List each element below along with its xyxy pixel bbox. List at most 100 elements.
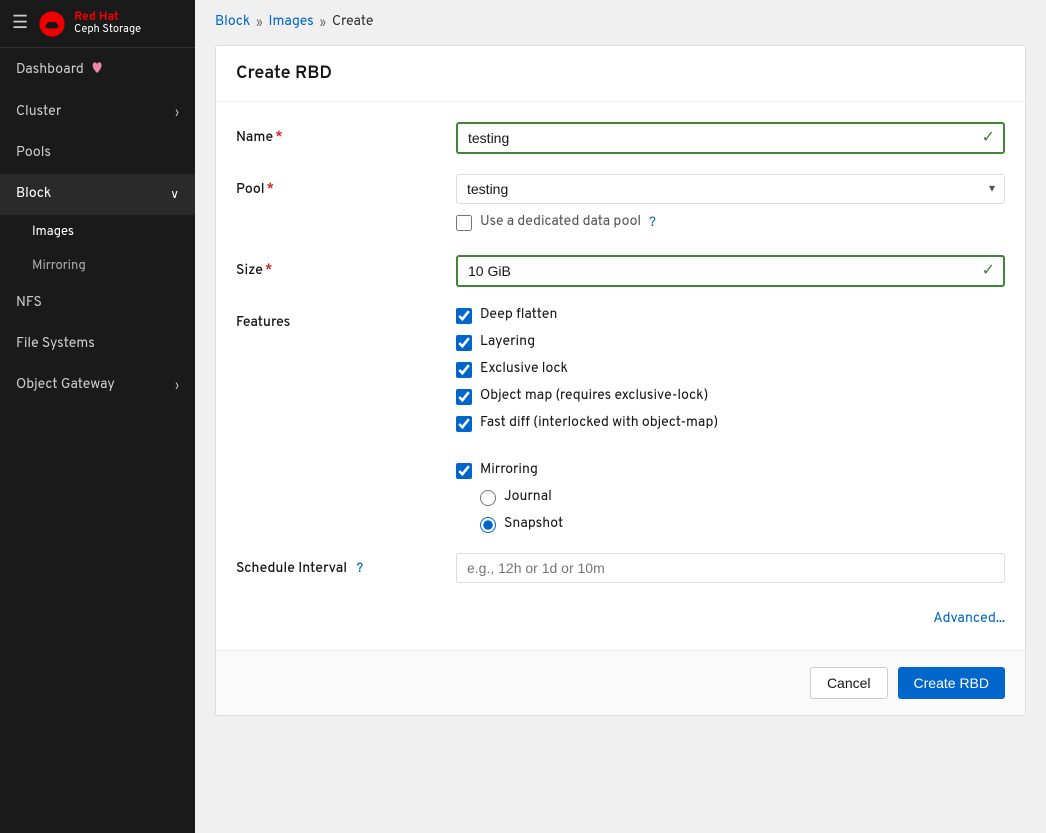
pool-select[interactable]: testing xyxy=(456,174,1005,204)
name-control: ✓ xyxy=(456,122,1005,154)
breadcrumb: Block » Images » Create xyxy=(195,0,1046,45)
feature-mirroring-label: Mirroring xyxy=(480,462,538,479)
sidebar-item-dashboard[interactable]: Dashboard ♥ xyxy=(0,48,195,92)
mirror-mode-snapshot[interactable]: Snapshot xyxy=(480,516,1005,533)
pool-row: Pool* testing ▾ Use a dedicated data poo… xyxy=(236,174,1005,235)
feature-object-map[interactable]: Object map (requires exclusive-lock) xyxy=(456,388,1005,405)
dedicated-pool-checkbox[interactable] xyxy=(456,215,472,231)
dedicated-pool-row: Use a dedicated data pool ? xyxy=(456,214,1005,231)
schedule-interval-row: Schedule Interval ? xyxy=(236,553,1005,583)
features-checkbox-group: Deep flatten Layering Exclusive lock xyxy=(456,307,1005,533)
objectgateway-label: Object Gateway xyxy=(16,377,115,394)
form-footer: Cancel Create RBD xyxy=(216,650,1025,715)
feature-deep-flatten[interactable]: Deep flatten xyxy=(456,307,1005,324)
name-label: Name* xyxy=(236,122,456,147)
pool-required: * xyxy=(267,182,275,199)
feature-exclusive-lock[interactable]: Exclusive lock xyxy=(456,361,1005,378)
chevron-down-icon: ∨ xyxy=(170,187,179,203)
size-label: Size* xyxy=(236,255,456,280)
mirroring-label: Mirroring xyxy=(32,258,86,274)
name-required: * xyxy=(275,130,283,147)
cancel-button[interactable]: Cancel xyxy=(810,667,888,699)
size-row: Size* ✓ xyxy=(236,255,1005,287)
name-valid-icon: ✓ xyxy=(982,127,995,149)
feature-layering-label: Layering xyxy=(480,334,535,351)
breadcrumb-sep-2: » xyxy=(320,15,326,31)
size-control: ✓ xyxy=(456,255,1005,287)
sidebar-item-nfs[interactable]: NFS xyxy=(0,283,195,324)
pool-control: testing ▾ Use a dedicated data pool ? xyxy=(456,174,1005,235)
feature-deep-flatten-checkbox[interactable] xyxy=(456,308,472,324)
create-rbd-button[interactable]: Create RBD xyxy=(898,667,1005,699)
sidebar-subitem-images[interactable]: Images xyxy=(0,215,195,249)
images-label: Images xyxy=(32,224,74,240)
name-input-wrapper: ✓ xyxy=(456,122,1005,154)
schedule-interval-control xyxy=(456,553,1005,583)
filesystems-label: File Systems xyxy=(16,336,95,353)
chevron-right-icon-og: › xyxy=(175,378,179,394)
advanced-link[interactable]: Advanced... xyxy=(933,611,1005,628)
schedule-interval-label: Schedule Interval ? xyxy=(236,553,456,578)
advanced-link-row: Advanced... xyxy=(236,603,1005,640)
dashboard-label: Dashboard xyxy=(16,62,84,79)
features-label: Features xyxy=(236,307,456,332)
form-body: Name* ✓ Pool* testing xyxy=(216,102,1025,650)
sidebar-item-cluster[interactable]: Cluster › xyxy=(0,92,195,133)
name-row: Name* ✓ xyxy=(236,122,1005,154)
feature-mirroring[interactable]: Mirroring xyxy=(456,462,1005,479)
mirror-mode-journal-label: Journal xyxy=(504,489,552,506)
name-input[interactable] xyxy=(456,122,1005,154)
dedicated-pool-help-icon[interactable]: ? xyxy=(649,215,656,231)
feature-fast-diff[interactable]: Fast diff (interlocked with object-map) xyxy=(456,415,1005,432)
logo-text: Red Hat Ceph Storage xyxy=(74,10,141,38)
mirror-mode-snapshot-radio[interactable] xyxy=(480,517,496,533)
feature-layering[interactable]: Layering xyxy=(456,334,1005,351)
feature-fast-diff-checkbox[interactable] xyxy=(456,416,472,432)
pool-label: Pool* xyxy=(236,174,456,199)
feature-exclusive-lock-label: Exclusive lock xyxy=(480,361,568,378)
schedule-interval-help-icon[interactable]: ? xyxy=(356,561,363,577)
feature-deep-flatten-label: Deep flatten xyxy=(480,307,557,324)
mirror-mode-journal-radio[interactable] xyxy=(480,490,496,506)
logo-area: Red Hat Ceph Storage xyxy=(38,10,141,38)
pools-label: Pools xyxy=(16,145,51,162)
sidebar-item-pools[interactable]: Pools xyxy=(0,133,195,174)
dedicated-pool-label[interactable]: Use a dedicated data pool xyxy=(480,214,641,231)
breadcrumb-block[interactable]: Block xyxy=(215,14,250,31)
feature-object-map-checkbox[interactable] xyxy=(456,389,472,405)
breadcrumb-images[interactable]: Images xyxy=(269,14,314,31)
pool-select-wrapper: testing ▾ xyxy=(456,174,1005,204)
feature-exclusive-lock-checkbox[interactable] xyxy=(456,362,472,378)
feature-object-map-label: Object map (requires exclusive-lock) xyxy=(480,388,708,405)
sidebar-item-block[interactable]: Block ∨ xyxy=(0,174,195,215)
form-title: Create RBD xyxy=(216,46,1025,102)
feature-fast-diff-label: Fast diff (interlocked with object-map) xyxy=(480,415,718,432)
product-label: Ceph Storage xyxy=(74,24,141,37)
mirror-mode-journal[interactable]: Journal xyxy=(480,489,1005,506)
sidebar: ☰ Red Hat Ceph Storage Dashboard ♥ Clust… xyxy=(0,0,195,833)
sidebar-subitem-mirroring[interactable]: Mirroring xyxy=(0,249,195,283)
schedule-interval-input[interactable] xyxy=(456,553,1005,583)
breadcrumb-create: Create xyxy=(332,14,373,31)
main-content: Block » Images » Create Create RBD Name*… xyxy=(195,0,1046,833)
sidebar-item-objectgateway[interactable]: Object Gateway › xyxy=(0,365,195,406)
size-input[interactable] xyxy=(456,255,1005,287)
features-row: Features Deep flatten Layering xyxy=(236,307,1005,533)
size-required: * xyxy=(265,263,273,280)
hamburger-icon[interactable]: ☰ xyxy=(12,12,28,35)
heart-icon: ♥ xyxy=(92,60,103,80)
size-valid-icon: ✓ xyxy=(982,260,995,282)
create-rbd-card: Create RBD Name* ✓ Pool* xyxy=(215,45,1026,716)
sidebar-item-filesystems[interactable]: File Systems xyxy=(0,324,195,365)
feature-mirroring-checkbox[interactable] xyxy=(456,463,472,479)
redhat-logo xyxy=(38,10,66,38)
nfs-label: NFS xyxy=(16,295,42,312)
breadcrumb-sep-1: » xyxy=(256,15,262,31)
feature-layering-checkbox[interactable] xyxy=(456,335,472,351)
block-label: Block xyxy=(16,186,51,203)
sidebar-header: ☰ Red Hat Ceph Storage xyxy=(0,0,195,48)
cluster-label: Cluster xyxy=(16,104,61,121)
size-input-wrapper: ✓ xyxy=(456,255,1005,287)
features-control: Deep flatten Layering Exclusive lock xyxy=(456,307,1005,533)
brand-label: Red Hat xyxy=(74,10,141,24)
